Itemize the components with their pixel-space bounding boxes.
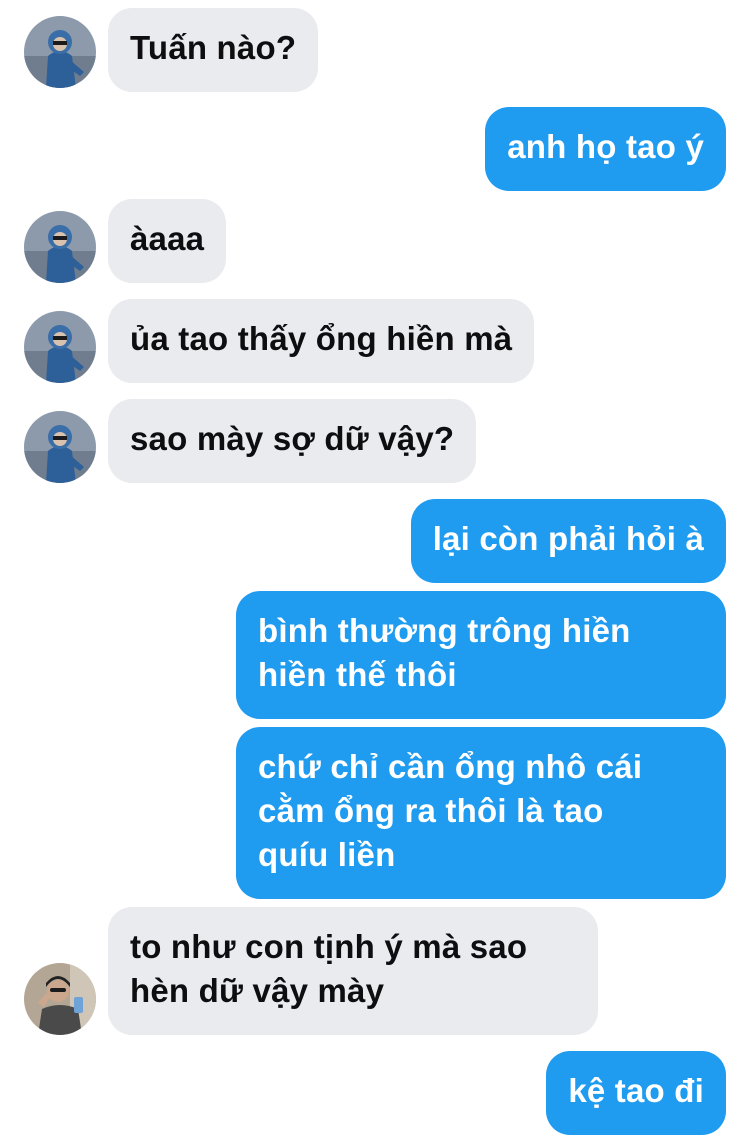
chat-thread: Tuấn nào? anh họ tao ý àaaa ủa tao thấy … [0, 0, 750, 1138]
message-bubble-outgoing[interactable]: chứ chỉ cần ổng nhô cái cằm ổng ra thôi … [236, 727, 726, 899]
message-bubble-incoming[interactable]: to như con tịnh ý mà sao hèn dữ vậy mày [108, 907, 598, 1035]
message-row: ủa tao thấy ổng hiền mà [0, 299, 750, 383]
message-bubble-outgoing[interactable]: anh họ tao ý [485, 107, 726, 191]
message-row: Tuấn nào? [0, 8, 750, 92]
message-row: to như con tịnh ý mà sao hèn dữ vậy mày [0, 907, 750, 1035]
message-row: kệ tao đi [0, 1051, 750, 1135]
avatar-blue-hoodie-icon[interactable] [24, 211, 96, 283]
message-row: anh họ tao ý [0, 107, 750, 191]
message-row: sao mày sợ dữ vậy? [0, 399, 750, 483]
avatar-blue-hoodie-icon[interactable] [24, 16, 96, 88]
message-bubble-incoming[interactable]: sao mày sợ dữ vậy? [108, 399, 477, 483]
message-bubble-incoming[interactable]: àaaa [108, 199, 227, 283]
avatar-person-photo-icon[interactable] [24, 963, 96, 1035]
message-bubble-outgoing[interactable]: bình thường trông hiền hiền thế thôi [236, 591, 726, 719]
message-bubble-outgoing[interactable]: kệ tao đi [546, 1051, 726, 1135]
avatar-blue-hoodie-icon[interactable] [24, 411, 96, 483]
message-bubble-incoming[interactable]: ủa tao thấy ổng hiền mà [108, 299, 535, 383]
message-bubble-incoming[interactable]: Tuấn nào? [108, 8, 319, 92]
message-row: bình thường trông hiền hiền thế thôi [0, 591, 750, 719]
message-row: chứ chỉ cần ổng nhô cái cằm ổng ra thôi … [0, 727, 750, 899]
avatar-blue-hoodie-icon[interactable] [24, 311, 96, 383]
message-row: àaaa [0, 199, 750, 283]
message-bubble-outgoing[interactable]: lại còn phải hỏi à [410, 499, 726, 583]
message-row: lại còn phải hỏi à [0, 499, 750, 583]
